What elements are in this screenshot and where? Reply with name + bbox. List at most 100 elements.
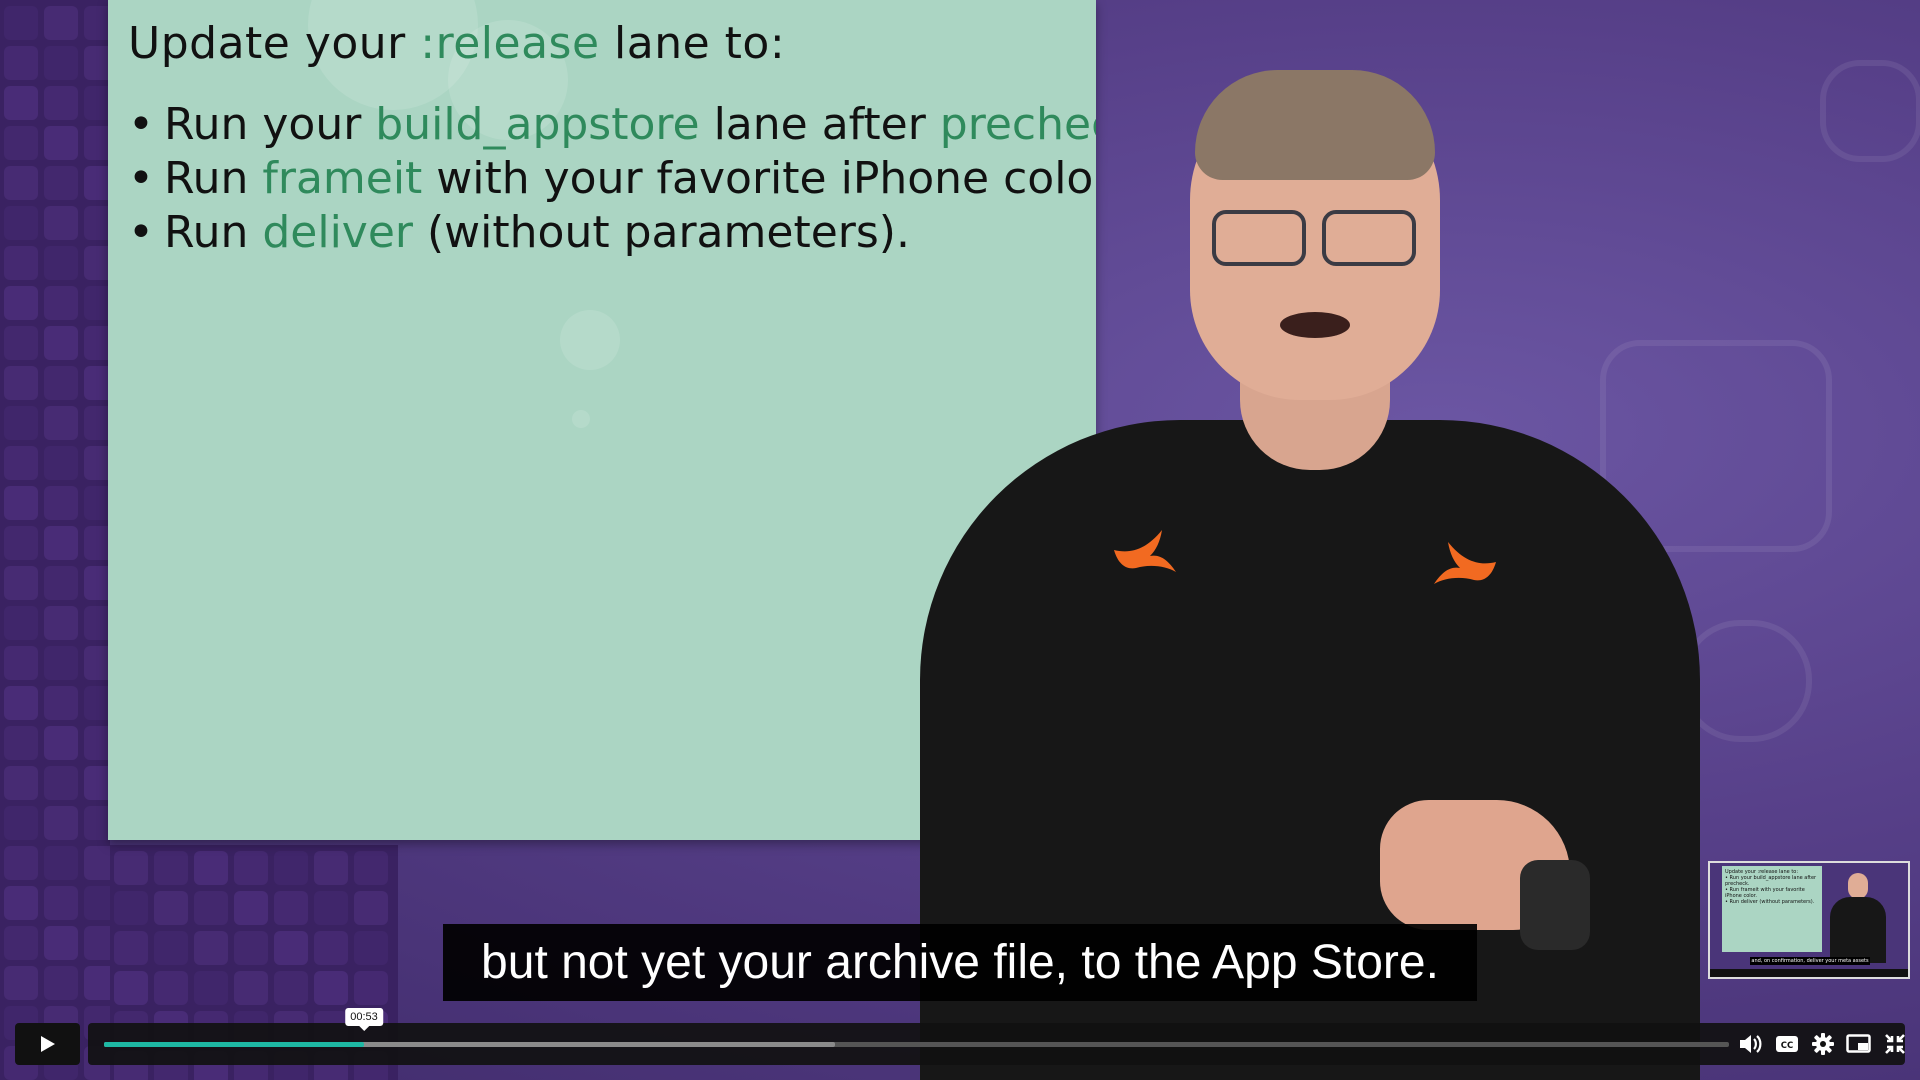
preview-slide-text: Update your :release lane to: • Run your… bbox=[1725, 869, 1822, 905]
pixel-cell bbox=[274, 891, 308, 925]
closed-captions-icon: CC bbox=[1776, 1036, 1798, 1052]
picture-in-picture-icon bbox=[1846, 1034, 1871, 1053]
progress-played bbox=[104, 1042, 364, 1047]
pixel-cell bbox=[44, 806, 78, 840]
pixel-cell bbox=[44, 926, 78, 960]
pixel-cell bbox=[4, 526, 38, 560]
swift-logo-icon bbox=[1114, 530, 1176, 572]
pixel-cell bbox=[84, 46, 110, 80]
presenter-hair bbox=[1195, 70, 1435, 180]
video-frame[interactable]: Update your :release lane to: • Run your … bbox=[0, 0, 1920, 1080]
pixel-cell bbox=[234, 891, 268, 925]
pixel-cell bbox=[44, 46, 78, 80]
bullet-code: deliver bbox=[262, 207, 414, 258]
pixel-cell bbox=[4, 286, 38, 320]
pixel-cell bbox=[84, 446, 110, 480]
pixel-cell bbox=[154, 931, 188, 965]
slide-title: Update your :release lane to: bbox=[128, 18, 785, 69]
exit-fullscreen-icon bbox=[1885, 1034, 1905, 1054]
pixel-cell bbox=[234, 851, 268, 885]
time-tooltip: 00:53 bbox=[345, 1008, 383, 1031]
pixel-cell bbox=[84, 206, 110, 240]
pixel-cell bbox=[314, 931, 348, 965]
pixel-cell bbox=[314, 891, 348, 925]
pixel-cell bbox=[274, 971, 308, 1005]
pixel-cell bbox=[234, 931, 268, 965]
preview-slide: Update your :release lane to: • Run your… bbox=[1722, 866, 1822, 952]
preview-presenter bbox=[1830, 873, 1886, 963]
pixel-cell bbox=[4, 6, 38, 40]
pixel-cell bbox=[84, 646, 110, 680]
play-button[interactable] bbox=[15, 1023, 80, 1065]
pixel-cell bbox=[44, 246, 78, 280]
slide-title-text: Update your bbox=[128, 18, 421, 69]
pixel-cell bbox=[194, 891, 228, 925]
pixel-cell bbox=[84, 6, 110, 40]
pixel-cell bbox=[84, 86, 110, 120]
bullet-text: Run your bbox=[164, 99, 376, 150]
pixel-cell bbox=[114, 891, 148, 925]
pixel-cell bbox=[84, 286, 110, 320]
presenter-mouth bbox=[1280, 312, 1350, 338]
svg-text:CC: CC bbox=[1781, 1041, 1793, 1051]
pixel-cell bbox=[44, 646, 78, 680]
pixel-cell bbox=[84, 606, 110, 640]
pixel-cell bbox=[114, 931, 148, 965]
bullet-text: (without parameters). bbox=[413, 207, 910, 258]
pixel-cell bbox=[354, 851, 388, 885]
volume-icon bbox=[1740, 1035, 1762, 1053]
settings-button[interactable] bbox=[1809, 1030, 1837, 1058]
exit-fullscreen-button[interactable] bbox=[1881, 1030, 1909, 1058]
slide-bubble bbox=[572, 410, 590, 428]
pixel-cell bbox=[4, 726, 38, 760]
pixel-cell bbox=[44, 206, 78, 240]
presenter-watch bbox=[1520, 860, 1590, 950]
bullet-code: frameit bbox=[262, 153, 423, 204]
pixel-cell bbox=[4, 766, 38, 800]
pixel-cell bbox=[274, 851, 308, 885]
pixel-cell bbox=[84, 366, 110, 400]
pixel-cell bbox=[44, 886, 78, 920]
background-decor-icon bbox=[1820, 60, 1920, 162]
pixel-cell bbox=[44, 566, 78, 600]
pixel-cell bbox=[44, 326, 78, 360]
pixel-cell bbox=[84, 726, 110, 760]
pixel-cell bbox=[354, 891, 388, 925]
bullet-dot: • bbox=[128, 153, 154, 204]
pixel-cell bbox=[84, 126, 110, 160]
pixel-cell bbox=[44, 406, 78, 440]
gear-icon bbox=[1812, 1033, 1834, 1055]
pixel-cell bbox=[44, 486, 78, 520]
pixel-cell bbox=[4, 446, 38, 480]
pixel-cell bbox=[274, 931, 308, 965]
pixel-cell bbox=[114, 851, 148, 885]
bullet-text: Run bbox=[164, 207, 263, 258]
slide-bubble bbox=[560, 310, 620, 370]
picture-in-picture-button[interactable] bbox=[1845, 1030, 1873, 1058]
bullet-dot: • bbox=[128, 99, 154, 150]
pixel-cell bbox=[84, 246, 110, 280]
pixel-cell bbox=[44, 446, 78, 480]
pixel-cell bbox=[4, 326, 38, 360]
bullet-dot: • bbox=[128, 207, 154, 258]
pixel-cell bbox=[114, 971, 148, 1005]
pixel-cell bbox=[194, 931, 228, 965]
pixel-cell bbox=[4, 646, 38, 680]
pixel-cell bbox=[84, 486, 110, 520]
pixel-cell bbox=[84, 326, 110, 360]
bullet-code: build_appstore bbox=[375, 99, 700, 150]
pixel-cell bbox=[194, 851, 228, 885]
pixel-cell bbox=[4, 126, 38, 160]
pixel-cell bbox=[84, 526, 110, 560]
pixel-cell bbox=[4, 606, 38, 640]
pixel-cell bbox=[4, 926, 38, 960]
pixel-cell bbox=[4, 486, 38, 520]
pixel-cell bbox=[4, 246, 38, 280]
progress-bar[interactable]: 00:53 bbox=[104, 1008, 1729, 1047]
volume-button[interactable] bbox=[1737, 1030, 1765, 1058]
captions-button[interactable]: CC bbox=[1773, 1030, 1801, 1058]
preview-caption: and, on confirmation, deliver your meta … bbox=[1750, 957, 1870, 965]
video-preview-thumbnail: Update your :release lane to: • Run your… bbox=[1708, 861, 1910, 979]
glasses-lens bbox=[1322, 210, 1416, 266]
pixel-cell bbox=[44, 966, 78, 1000]
